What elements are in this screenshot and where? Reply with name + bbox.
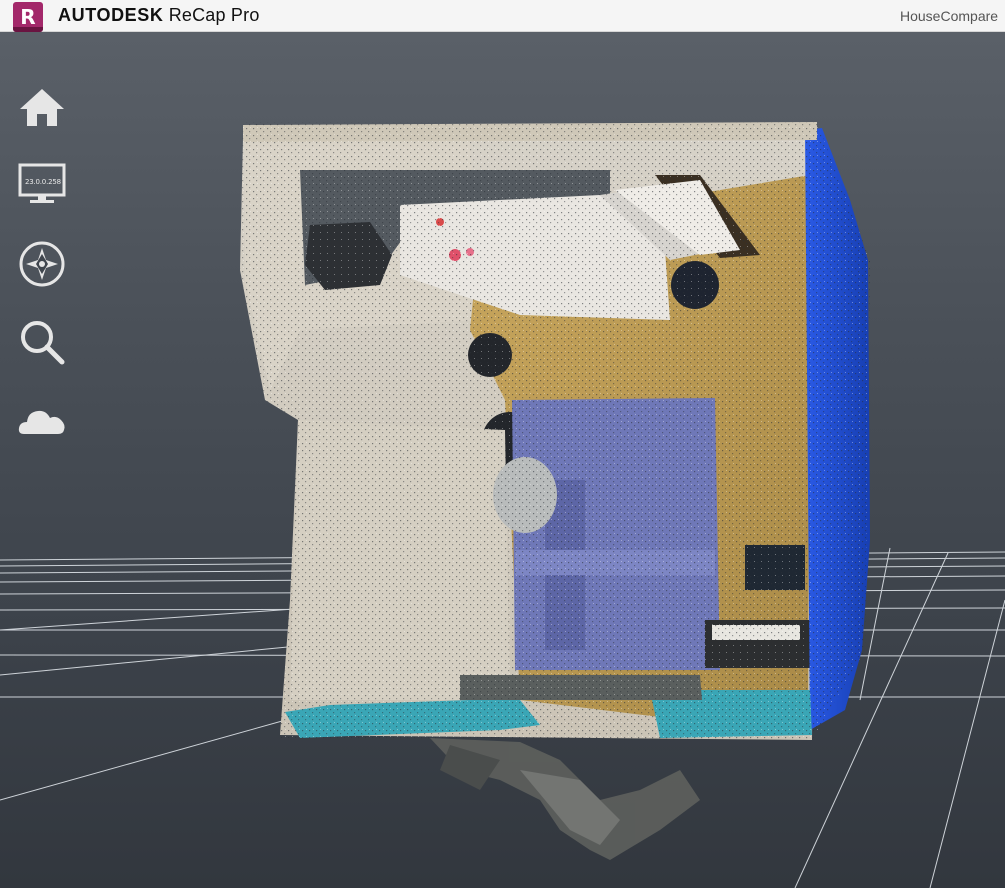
navigation-wheel-button[interactable] [18,240,66,288]
3d-viewport[interactable]: 23.0.0.258 [0,32,1005,888]
project-name: HouseCompare [900,8,999,24]
zoom-search-button[interactable] [18,318,66,366]
display-settings-button[interactable]: 23.0.0.258 [18,162,66,210]
app-title: AUTODESK ReCap Pro [58,5,260,26]
monitor-icon [18,163,66,203]
title-bar: R AUTODESK ReCap Pro HouseCompare [0,0,1005,32]
point-cloud-scene[interactable] [0,32,1005,888]
home-button[interactable] [18,84,66,132]
compass-navigation-icon [19,241,65,287]
cloud-icon [18,410,65,434]
logo-letter: R [20,4,36,29]
product-name: ReCap Pro [168,5,260,25]
recap-logo-icon: R [13,1,43,32]
room-point-cloud [240,122,870,740]
scan-debris [430,738,700,860]
version-label: 23.0.0.258 [25,178,61,186]
home-icon [20,89,64,126]
brand-name: AUTODESK [58,5,164,25]
cloud-button[interactable] [18,396,66,444]
search-icon [21,321,65,365]
navigation-toolbar: 23.0.0.258 [18,84,68,474]
